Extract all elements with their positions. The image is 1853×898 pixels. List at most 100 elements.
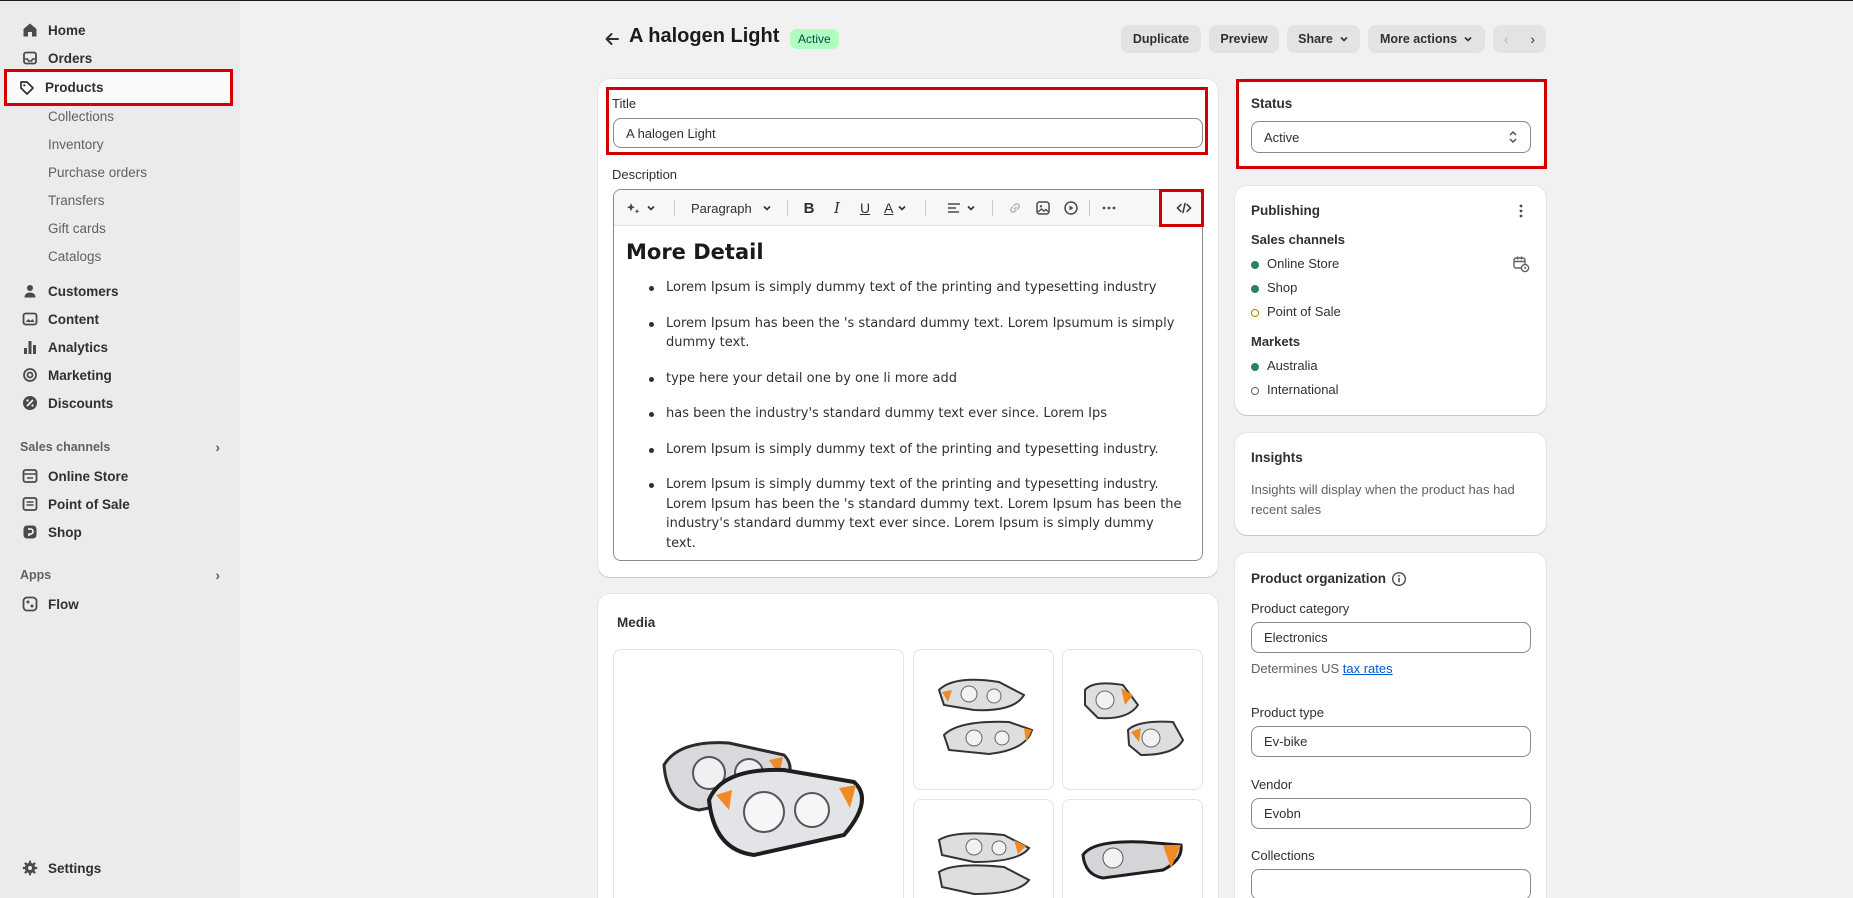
media-thumbnail[interactable] xyxy=(913,649,1054,790)
italic-icon[interactable]: I xyxy=(829,190,845,226)
back-arrow-icon[interactable] xyxy=(602,29,622,49)
market-australia: Australia xyxy=(1267,358,1318,373)
target-icon xyxy=(22,367,38,383)
nav-gift-cards[interactable]: Gift cards xyxy=(48,216,106,240)
link-icon[interactable] xyxy=(1007,190,1023,226)
nav-settings-label: Settings xyxy=(48,860,102,876)
title-label: Title xyxy=(612,96,637,111)
channel-shop: Shop xyxy=(1267,280,1298,295)
status-badge: Active xyxy=(790,29,839,49)
status-label: Status xyxy=(1251,96,1293,111)
media-main-image[interactable] xyxy=(613,649,904,898)
nav-purchase-orders[interactable]: Purchase orders xyxy=(48,160,147,184)
toolbar-separator xyxy=(674,200,675,216)
nav-collections[interactable]: Collections xyxy=(48,104,114,128)
prev-product-icon[interactable]: ‹ xyxy=(1493,25,1520,53)
paragraph-format-label: Paragraph xyxy=(691,200,752,216)
text-color-button[interactable]: A xyxy=(884,190,907,226)
editor-content[interactable]: More Detail Lorem Ipsum is simply dummy … xyxy=(614,226,1202,560)
tax-rates-link[interactable]: tax rates xyxy=(1343,661,1393,676)
nav-products[interactable]: Products xyxy=(4,69,233,106)
preview-button[interactable]: Preview xyxy=(1209,25,1279,53)
status-select-value: Active xyxy=(1264,129,1300,145)
nav-point-of-sale-label: Point of Sale xyxy=(48,496,130,512)
chevron-down-icon xyxy=(1340,36,1348,42)
vendor-input[interactable]: Evobn xyxy=(1251,798,1531,829)
nav-analytics[interactable]: Analytics xyxy=(8,333,230,361)
toolbar-separator xyxy=(925,200,926,216)
nav-flow-label: Flow xyxy=(48,596,79,612)
collections-input[interactable] xyxy=(1251,869,1531,898)
publishing-sales-channels-label: Sales channels xyxy=(1251,232,1345,247)
nav-apps-header[interactable]: Apps › xyxy=(20,565,220,585)
list-item: Lorem Ipsum is simply dummy text of the … xyxy=(626,440,1186,460)
inbox-icon xyxy=(22,50,38,66)
nav-flow[interactable]: Flow xyxy=(8,590,230,618)
chevron-down-icon xyxy=(898,205,906,211)
underline-icon[interactable]: U xyxy=(857,190,873,226)
apps-label: Apps xyxy=(20,568,52,582)
product-type-input[interactable]: Ev-bike xyxy=(1251,726,1531,757)
list-item: Lorem Ipsum has been the 's standard dum… xyxy=(626,314,1186,353)
chevron-down-icon xyxy=(763,205,771,211)
media-thumbnail[interactable] xyxy=(1062,799,1203,898)
status-dot-pending xyxy=(1251,309,1259,317)
description-editor: Paragraph B I U A More Detail Lorem Ipsu… xyxy=(613,189,1203,561)
sales-channels-label: Sales channels xyxy=(20,440,111,454)
person-icon xyxy=(22,283,38,299)
status-dot-active xyxy=(1251,363,1259,371)
more-formatting-icon[interactable] xyxy=(1101,190,1117,226)
channel-online-store: Online Store xyxy=(1267,256,1340,271)
nav-content[interactable]: Content xyxy=(8,305,230,333)
media-thumbnail[interactable] xyxy=(913,799,1054,898)
nav-catalogs[interactable]: Catalogs xyxy=(48,244,101,268)
image-icon[interactable] xyxy=(1035,190,1051,226)
ai-magic-button[interactable] xyxy=(626,190,656,226)
nav-inventory[interactable]: Inventory xyxy=(48,132,104,156)
description-label: Description xyxy=(612,167,678,182)
nav-customers[interactable]: Customers xyxy=(8,277,230,305)
nav-home[interactable]: Home xyxy=(8,16,230,44)
bold-icon[interactable]: B xyxy=(801,190,817,226)
headlight-image xyxy=(937,678,1034,756)
info-icon[interactable] xyxy=(1391,571,1407,587)
nav-sales-channels-header[interactable]: Sales channels › xyxy=(20,437,220,457)
more-actions-button[interactable]: More actions xyxy=(1368,25,1485,53)
tax-note-text: Determines US xyxy=(1251,661,1343,676)
chevron-down-icon xyxy=(647,205,655,211)
duplicate-button[interactable]: Duplicate xyxy=(1121,25,1201,53)
kebab-menu-icon[interactable] xyxy=(1513,202,1529,220)
nav-home-label: Home xyxy=(48,22,86,38)
media-thumbnail[interactable] xyxy=(1062,649,1203,790)
video-icon[interactable] xyxy=(1063,190,1079,226)
select-arrows-icon xyxy=(1509,131,1517,143)
paragraph-format-select[interactable]: Paragraph xyxy=(691,190,772,226)
nav-point-of-sale[interactable]: Point of Sale xyxy=(8,490,230,518)
list-item: has been the industry's standard dummy t… xyxy=(626,404,1186,424)
next-product-icon[interactable]: › xyxy=(1520,25,1547,53)
nav-discounts[interactable]: Discounts xyxy=(8,389,230,417)
toolbar-separator xyxy=(992,200,993,216)
status-select[interactable]: Active xyxy=(1251,121,1531,153)
list-item: type here your detail one by one li more… xyxy=(626,369,1186,389)
align-button[interactable] xyxy=(946,190,976,226)
nav-orders[interactable]: Orders xyxy=(8,44,230,72)
product-category-input[interactable]: Electronics xyxy=(1251,622,1531,653)
headlight-image xyxy=(937,832,1031,896)
text-color-icon: A xyxy=(884,200,894,216)
calendar-clock-icon[interactable] xyxy=(1512,255,1530,273)
code-view-icon[interactable] xyxy=(1176,190,1192,226)
title-input[interactable]: A halogen Light xyxy=(613,118,1203,148)
vendor-label: Vendor xyxy=(1251,777,1293,792)
status-dot-active xyxy=(1251,261,1259,269)
nav-settings[interactable]: Settings xyxy=(8,854,230,882)
gear-icon xyxy=(22,860,38,876)
nav-marketing[interactable]: Marketing xyxy=(8,361,230,389)
product-type-label: Product type xyxy=(1251,705,1324,720)
channel-point-of-sale: Point of Sale xyxy=(1267,304,1341,319)
nav-online-store[interactable]: Online Store xyxy=(8,462,230,490)
nav-transfers[interactable]: Transfers xyxy=(48,188,105,212)
nav-shop[interactable]: Shop xyxy=(8,518,230,546)
headlight-image xyxy=(662,741,864,858)
share-button[interactable]: Share xyxy=(1287,25,1360,53)
